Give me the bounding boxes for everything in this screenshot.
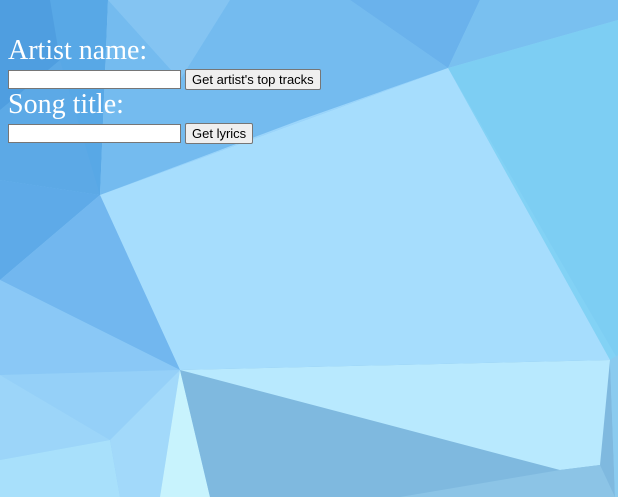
artist-name-input[interactable] (8, 69, 181, 89)
artist-row: Get artist's top tracks (8, 67, 321, 91)
song-title-label: Song title: (8, 89, 124, 120)
get-top-tracks-button[interactable]: Get artist's top tracks (185, 68, 321, 90)
song-row: Get lyrics (8, 121, 321, 145)
song-title-input[interactable] (8, 123, 181, 143)
lyrics-form: Artist name: Get artist's top tracks Son… (8, 37, 321, 145)
artist-name-label: Artist name: (8, 35, 148, 66)
get-lyrics-button[interactable]: Get lyrics (185, 122, 254, 144)
